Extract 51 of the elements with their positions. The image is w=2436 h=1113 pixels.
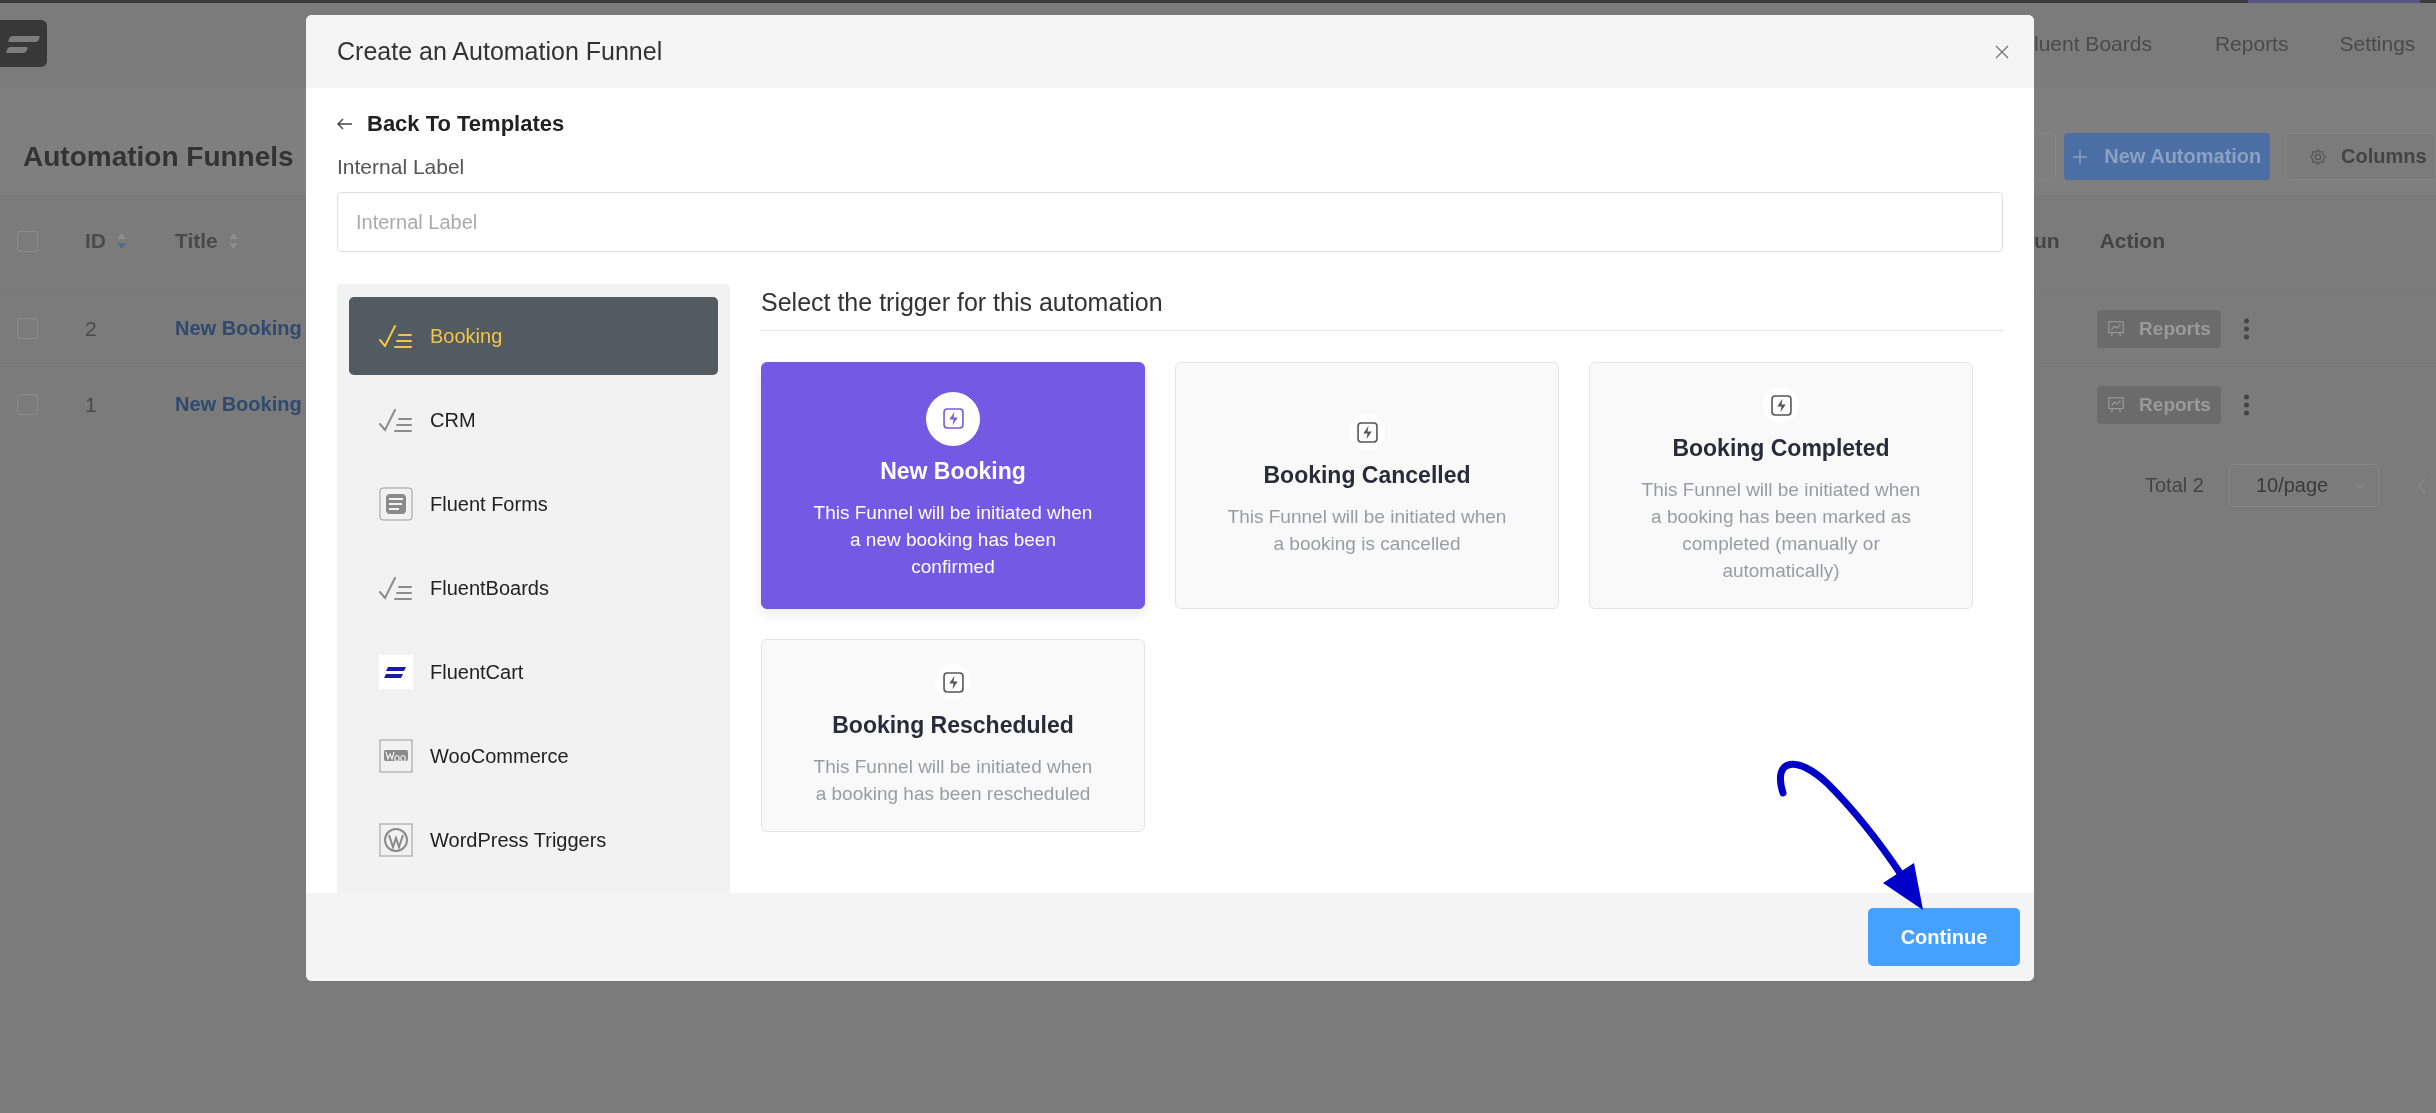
trigger-card[interactable]: Booking Cancelled This Funnel will be initiated when a booking is cancelled — [1175, 362, 1559, 609]
trigger-title: Booking Rescheduled — [832, 712, 1074, 739]
toolbar-button[interactable] — [2034, 133, 2056, 180]
category-item[interactable]: WordPress Triggers — [349, 801, 718, 879]
trigger-card[interactable]: New Booking This Funnel will be initiated when a new booking has been confirmed — [761, 362, 1145, 609]
form-icon — [379, 487, 413, 521]
column-header: Action — [2099, 229, 2165, 253]
category-item[interactable]: FluentCart — [349, 633, 718, 711]
sort-icon[interactable] — [116, 232, 127, 250]
lightning-icon — [942, 408, 964, 429]
category-item[interactable]: Booking — [349, 297, 718, 375]
trigger-title: Booking Completed — [1672, 435, 1890, 462]
plus-icon — [2072, 148, 2089, 165]
chart-icon — [2107, 319, 2126, 338]
funnel-title-link[interactable]: New Booking — [175, 317, 302, 340]
category-item[interactable]: WooCommerce — [349, 717, 718, 795]
chart-icon — [2107, 395, 2126, 414]
category-item[interactable]: Fluent Forms — [349, 465, 718, 543]
trigger-title: New Booking — [880, 457, 1026, 485]
wordpress-logo-icon — [379, 823, 413, 857]
new-automation-button[interactable]: New Automation — [2063, 133, 2270, 180]
lightning-icon — [942, 671, 964, 693]
trigger-description: This Funnel will be initiated when a booking is cancelled — [1226, 505, 1508, 556]
dialog-title: Create an Automation Funnel — [337, 37, 663, 66]
trigger-card[interactable]: Booking Rescheduled This Funnel will be initiated when a booking has been rescheduled — [761, 639, 1145, 832]
back-arrow-icon — [337, 118, 353, 130]
close-icon[interactable] — [1994, 43, 2010, 60]
funnel-title-link[interactable]: New Booking — [175, 393, 302, 416]
field-label: Internal Label — [337, 154, 466, 180]
continue-button[interactable]: Continue — [1868, 908, 2020, 966]
more-icon[interactable] — [2243, 393, 2250, 416]
column-header: un — [2034, 229, 2060, 253]
trigger-description: This Funnel will be initiated when a new booking has been confirmed — [812, 500, 1094, 579]
internal-label-field[interactable]: Internal Label — [337, 192, 2003, 252]
stripes-logo-icon — [379, 655, 413, 689]
category-item[interactable]: FluentBoards — [349, 549, 718, 627]
trigger-description: This Funnel will be initiated when a booking has been marked as completed (manually or automatically) — [1640, 478, 1922, 583]
more-icon[interactable] — [2243, 317, 2250, 340]
trigger-title: Booking Cancelled — [1263, 462, 1471, 489]
lightning-icon — [1770, 394, 1792, 416]
back-link[interactable]: Back To Templates — [337, 110, 565, 138]
category-item[interactable]: CRM — [349, 381, 718, 459]
columns-button[interactable]: Columns — [2286, 133, 2436, 180]
page-title: Automation Funnels — [23, 140, 294, 173]
gear-icon — [2309, 147, 2327, 166]
lightning-icon — [1356, 421, 1378, 443]
section-heading: Select the trigger for this automation — [761, 286, 2003, 331]
woo-logo-icon — [379, 739, 413, 773]
trigger-description: This Funnel will be initiated when a booking has been rescheduled — [812, 755, 1094, 806]
page-size-select[interactable]: 10/page — [2228, 464, 2379, 507]
trigger-card[interactable]: Booking Completed This Funnel will be initiated when a booking has been marked as completed (manually or automatically) — [1589, 362, 1973, 609]
